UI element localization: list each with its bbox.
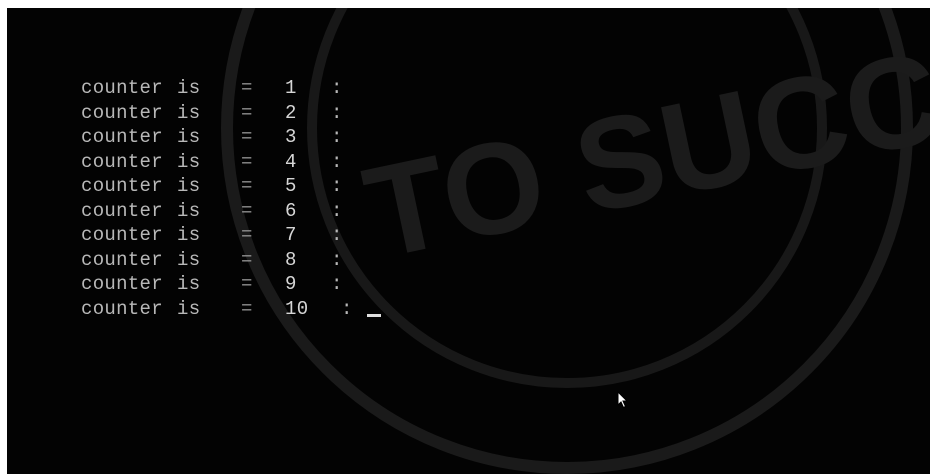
- counter-value: 4: [285, 150, 297, 173]
- counter-label: counter: [81, 150, 163, 173]
- separator-colon: :: [331, 199, 343, 222]
- counter-value: 8: [285, 248, 297, 271]
- is-label: is: [177, 126, 201, 148]
- console-output: counter is = 1: counter is = 2: counter is = 3: coun…: [81, 76, 381, 321]
- counter-label: counter: [81, 273, 163, 295]
- is-label: is: [177, 297, 201, 320]
- console-line: counter is = 4:: [81, 150, 381, 175]
- console-line: counter is = 2:: [81, 101, 381, 126]
- is-label: is: [177, 150, 201, 173]
- console-line: counter is = 1:: [81, 76, 381, 101]
- counter-value: 3: [285, 126, 297, 148]
- separator-colon: :: [331, 101, 343, 124]
- is-label: is: [177, 248, 201, 271]
- equals-sign: =: [241, 150, 253, 173]
- counter-label: counter: [81, 126, 163, 148]
- console-line: counter is = 7:: [81, 223, 381, 248]
- equals-sign: =: [241, 248, 253, 271]
- counter-value: 6: [285, 199, 297, 222]
- is-label: is: [177, 224, 201, 246]
- console-line: counter is = 8:: [81, 248, 381, 273]
- console-line: counter is = 3:: [81, 125, 381, 150]
- console-line: counter is = 10:: [81, 297, 381, 322]
- is-label: is: [177, 273, 201, 295]
- counter-label: counter: [81, 77, 163, 99]
- separator-colon: :: [341, 297, 353, 320]
- mouse-pointer-icon: [617, 391, 629, 409]
- equals-sign: =: [241, 297, 253, 320]
- separator-colon: :: [331, 273, 343, 295]
- equals-sign: =: [241, 101, 253, 124]
- counter-label: counter: [81, 199, 163, 222]
- equals-sign: =: [241, 126, 253, 148]
- counter-label: counter: [81, 175, 163, 197]
- is-label: is: [177, 175, 201, 197]
- counter-value: 9: [285, 273, 297, 295]
- counter-value: 2: [285, 101, 297, 124]
- separator-colon: :: [331, 150, 343, 173]
- counter-value: 1: [285, 77, 297, 99]
- equals-sign: =: [241, 199, 253, 222]
- separator-colon: :: [331, 224, 343, 246]
- console-line: counter is = 5:: [81, 174, 381, 199]
- console-line: counter is = 9:: [81, 272, 381, 297]
- counter-label: counter: [81, 224, 163, 246]
- counter-label: counter: [81, 101, 163, 124]
- terminal-screen[interactable]: TO SUCC counter is = 1: counter is = 2: counter i…: [7, 8, 930, 474]
- equals-sign: =: [241, 77, 253, 99]
- is-label: is: [177, 77, 201, 99]
- console-line: counter is = 6:: [81, 199, 381, 224]
- counter-value: 10: [285, 297, 309, 320]
- counter-value: 7: [285, 224, 297, 246]
- text-cursor-icon: [367, 314, 381, 318]
- equals-sign: =: [241, 175, 253, 197]
- watermark-text: TO SUCC: [353, 22, 930, 286]
- counter-label: counter: [81, 248, 163, 271]
- equals-sign: =: [241, 273, 253, 295]
- separator-colon: :: [331, 248, 343, 271]
- separator-colon: :: [331, 126, 343, 148]
- counter-value: 5: [285, 175, 297, 197]
- is-label: is: [177, 199, 201, 222]
- counter-label: counter: [81, 297, 163, 320]
- separator-colon: :: [331, 77, 343, 99]
- is-label: is: [177, 101, 201, 124]
- separator-colon: :: [331, 175, 343, 197]
- equals-sign: =: [241, 224, 253, 246]
